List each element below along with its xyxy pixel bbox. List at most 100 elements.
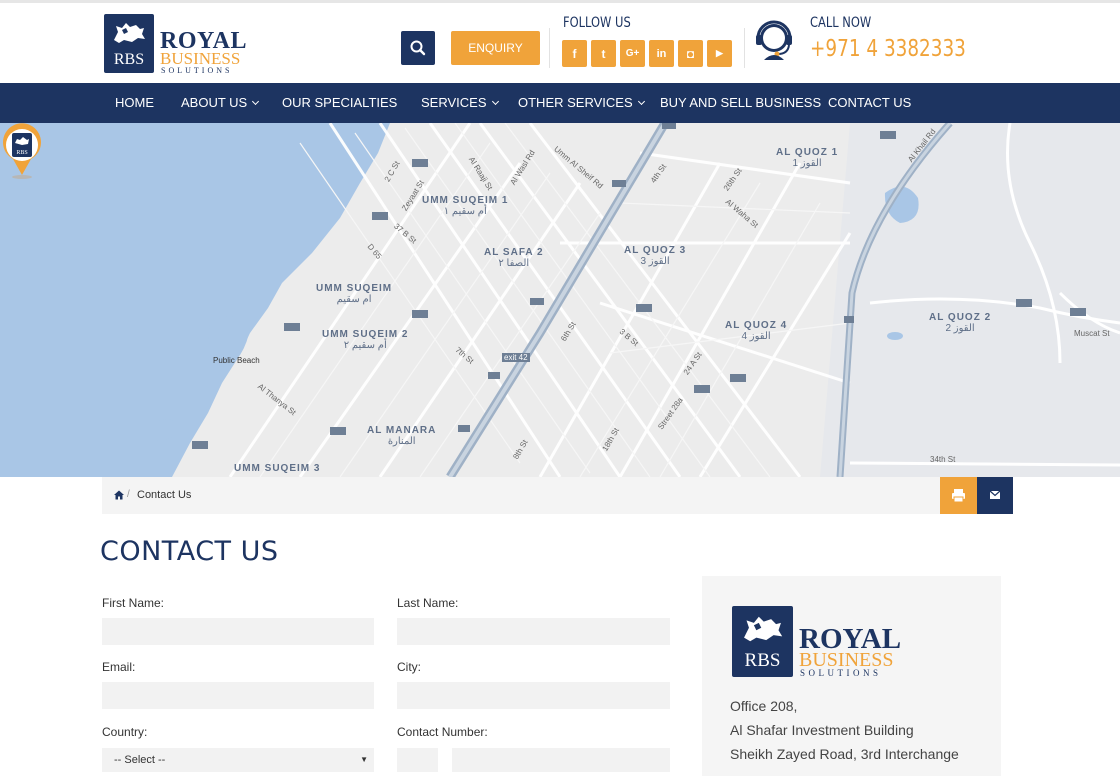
email-button[interactable]	[977, 477, 1013, 514]
nav-label: SERVICES	[421, 95, 487, 110]
map-area-en: AL QUOZ 4	[725, 320, 788, 331]
last-name-field[interactable]	[397, 618, 670, 645]
breadcrumb: / Contact Us	[102, 477, 1013, 514]
map-area-en: UMM SUQEIM	[316, 283, 393, 294]
nav-our-specialties[interactable]: OUR SPECIALTIES	[282, 83, 397, 123]
map-area-en: AL QUOZ 3	[624, 245, 687, 256]
address-card: RBS ROYAL BUSINESS SOLUTIONS Office 208,…	[702, 576, 1001, 776]
youtube-icon[interactable]: ▶	[707, 40, 732, 67]
address-line-1: Office 208,	[730, 698, 798, 714]
map-area-ar: أم سقيم ١	[443, 206, 487, 217]
enquiry-button[interactable]: ENQUIRY	[451, 31, 540, 65]
nav-other-services[interactable]: OTHER SERVICES	[518, 83, 645, 123]
linkedin-icon[interactable]: in	[649, 40, 674, 67]
map-area-label: UMM SUQEIM 3	[234, 463, 320, 474]
nav-label: BUY AND SELL BUSINESS	[660, 95, 822, 110]
nav-services[interactable]: SERVICES	[421, 83, 499, 123]
nav-home[interactable]: HOME	[115, 83, 154, 123]
main-nav: HOME ABOUT US OUR SPECIALTIES SERVICES O…	[0, 83, 1120, 123]
map-area-label: AL QUOZ 3 القوز 3	[624, 245, 686, 267]
nav-label: HOME	[115, 95, 154, 110]
facebook-icon[interactable]: f	[562, 40, 587, 67]
address-line-2: Al Shafar Investment Building	[730, 722, 914, 738]
search-icon	[410, 40, 426, 56]
map-area-en: UMM SUQEIM 2	[322, 329, 409, 340]
logo-badge-text: RBS	[113, 51, 145, 68]
email-label: Email:	[102, 660, 136, 674]
print-button[interactable]	[940, 477, 977, 514]
logo-badge: RBS	[104, 14, 154, 73]
map-exit-label: exit 42	[502, 353, 530, 362]
logo-word-business: BUSINESS	[160, 49, 241, 68]
map-poi-label: Public Beach	[213, 356, 260, 365]
caret-down-icon: ▼	[360, 755, 368, 764]
map-area-ar: ام سقيم	[336, 294, 372, 305]
map-area-ar: أم سقيم ٢	[343, 340, 387, 351]
logo-badge: RBS	[732, 606, 793, 677]
lion-icon	[114, 23, 145, 43]
map-area-en: AL QUOZ 2	[929, 312, 992, 323]
social-links: f t G+ in ◘ ▶	[562, 40, 732, 67]
search-button[interactable]	[401, 31, 435, 65]
map-area-en: UMM SUQEIM 3	[234, 463, 321, 474]
logo-badge-text: RBS	[744, 650, 781, 671]
breadcrumb-separator: /	[127, 489, 130, 500]
site-header: RBS ROYAL BUSINESS SOLUTIONS ENQUIRY FOL…	[0, 3, 1120, 83]
follow-us-label: FOLLOW US	[563, 15, 631, 31]
map-area-label: AL QUOZ 2 القوز 2	[929, 312, 991, 334]
map-area-label: UMM SUQEIM 2 أم سقيم ٢	[322, 329, 408, 351]
home-icon[interactable]	[114, 490, 124, 500]
logo-word-solutions: SOLUTIONS	[161, 66, 233, 75]
contact-number-label: Contact Number:	[397, 725, 488, 739]
nav-contact-us[interactable]: CONTACT US	[828, 83, 911, 123]
chevron-down-icon	[252, 97, 260, 106]
contact-number-field[interactable]	[452, 748, 670, 772]
map-location-pin-icon[interactable]: RBS	[0, 123, 44, 179]
svg-text:RBS: RBS	[16, 150, 27, 156]
email-field[interactable]	[102, 682, 374, 709]
google-plus-icon[interactable]: G+	[620, 40, 645, 67]
nav-label: OUR SPECIALTIES	[282, 95, 398, 110]
map-area-label: AL QUOZ 4 القوز 4	[725, 320, 787, 342]
map-street-label: Muscat St	[1074, 329, 1110, 338]
map-area-en: AL QUOZ 1	[776, 147, 839, 158]
map-area-en: AL SAFA 2	[484, 247, 544, 258]
nav-buy-sell-business[interactable]: BUY AND SELL BUSINESS	[660, 83, 821, 123]
map-area-ar: الصفا ٢	[498, 258, 530, 269]
city-label: City:	[397, 660, 421, 674]
page-title: CONTACT US	[100, 536, 279, 567]
nav-about-us[interactable]: ABOUT US	[181, 83, 260, 123]
headset-icon	[756, 20, 792, 60]
first-name-field[interactable]	[102, 618, 374, 645]
phone-number[interactable]: +971 4 3382333	[810, 36, 966, 62]
last-name-label: Last Name:	[397, 596, 459, 610]
map-area-label: UMM SUQEIM 1 أم سقيم ١	[422, 195, 508, 217]
nav-label: ABOUT US	[181, 95, 248, 110]
map-area-label: AL SAFA 2 الصفا ٢	[484, 247, 544, 269]
logo-word-business: BUSINESS	[799, 649, 894, 671]
country-select-value: -- Select --	[114, 754, 166, 766]
map-area-ar: القوز 1	[792, 158, 822, 169]
country-label: Country:	[102, 725, 148, 739]
logo-word-solutions: SOLUTIONS	[800, 668, 882, 678]
country-select[interactable]: -- Select -- ▼	[102, 748, 374, 772]
lion-icon	[744, 616, 783, 642]
map-area-label: UMM SUQEIM ام سقيم	[316, 283, 392, 305]
city-field[interactable]	[397, 682, 670, 709]
map-area-en: AL MANARA	[367, 425, 437, 436]
call-now-label: CALL NOW	[810, 15, 872, 31]
map-area-en: UMM SUQEIM 1	[422, 195, 509, 206]
address-line-3: Sheikh Zayed Road, 3rd Interchange	[730, 746, 959, 762]
first-name-label: First Name:	[102, 596, 165, 610]
map-area-label: AL QUOZ 1 القوز 1	[776, 147, 838, 169]
chevron-down-icon	[637, 97, 645, 106]
location-map[interactable]: UMM SUQEIM 1 أم سقيم ١ AL SAFA 2 الصفا ٢ A…	[0, 123, 1120, 477]
phone-code-field[interactable]	[397, 748, 438, 772]
card-logo: RBS ROYAL BUSINESS SOLUTIONS	[732, 606, 902, 678]
header-divider	[549, 28, 550, 68]
twitter-icon[interactable]: t	[591, 40, 616, 67]
nav-label: CONTACT US	[828, 95, 912, 110]
instagram-icon[interactable]: ◘	[678, 40, 703, 67]
chevron-down-icon	[491, 97, 499, 106]
site-logo[interactable]: RBS ROYAL BUSINESS SOLUTIONS	[104, 14, 246, 75]
